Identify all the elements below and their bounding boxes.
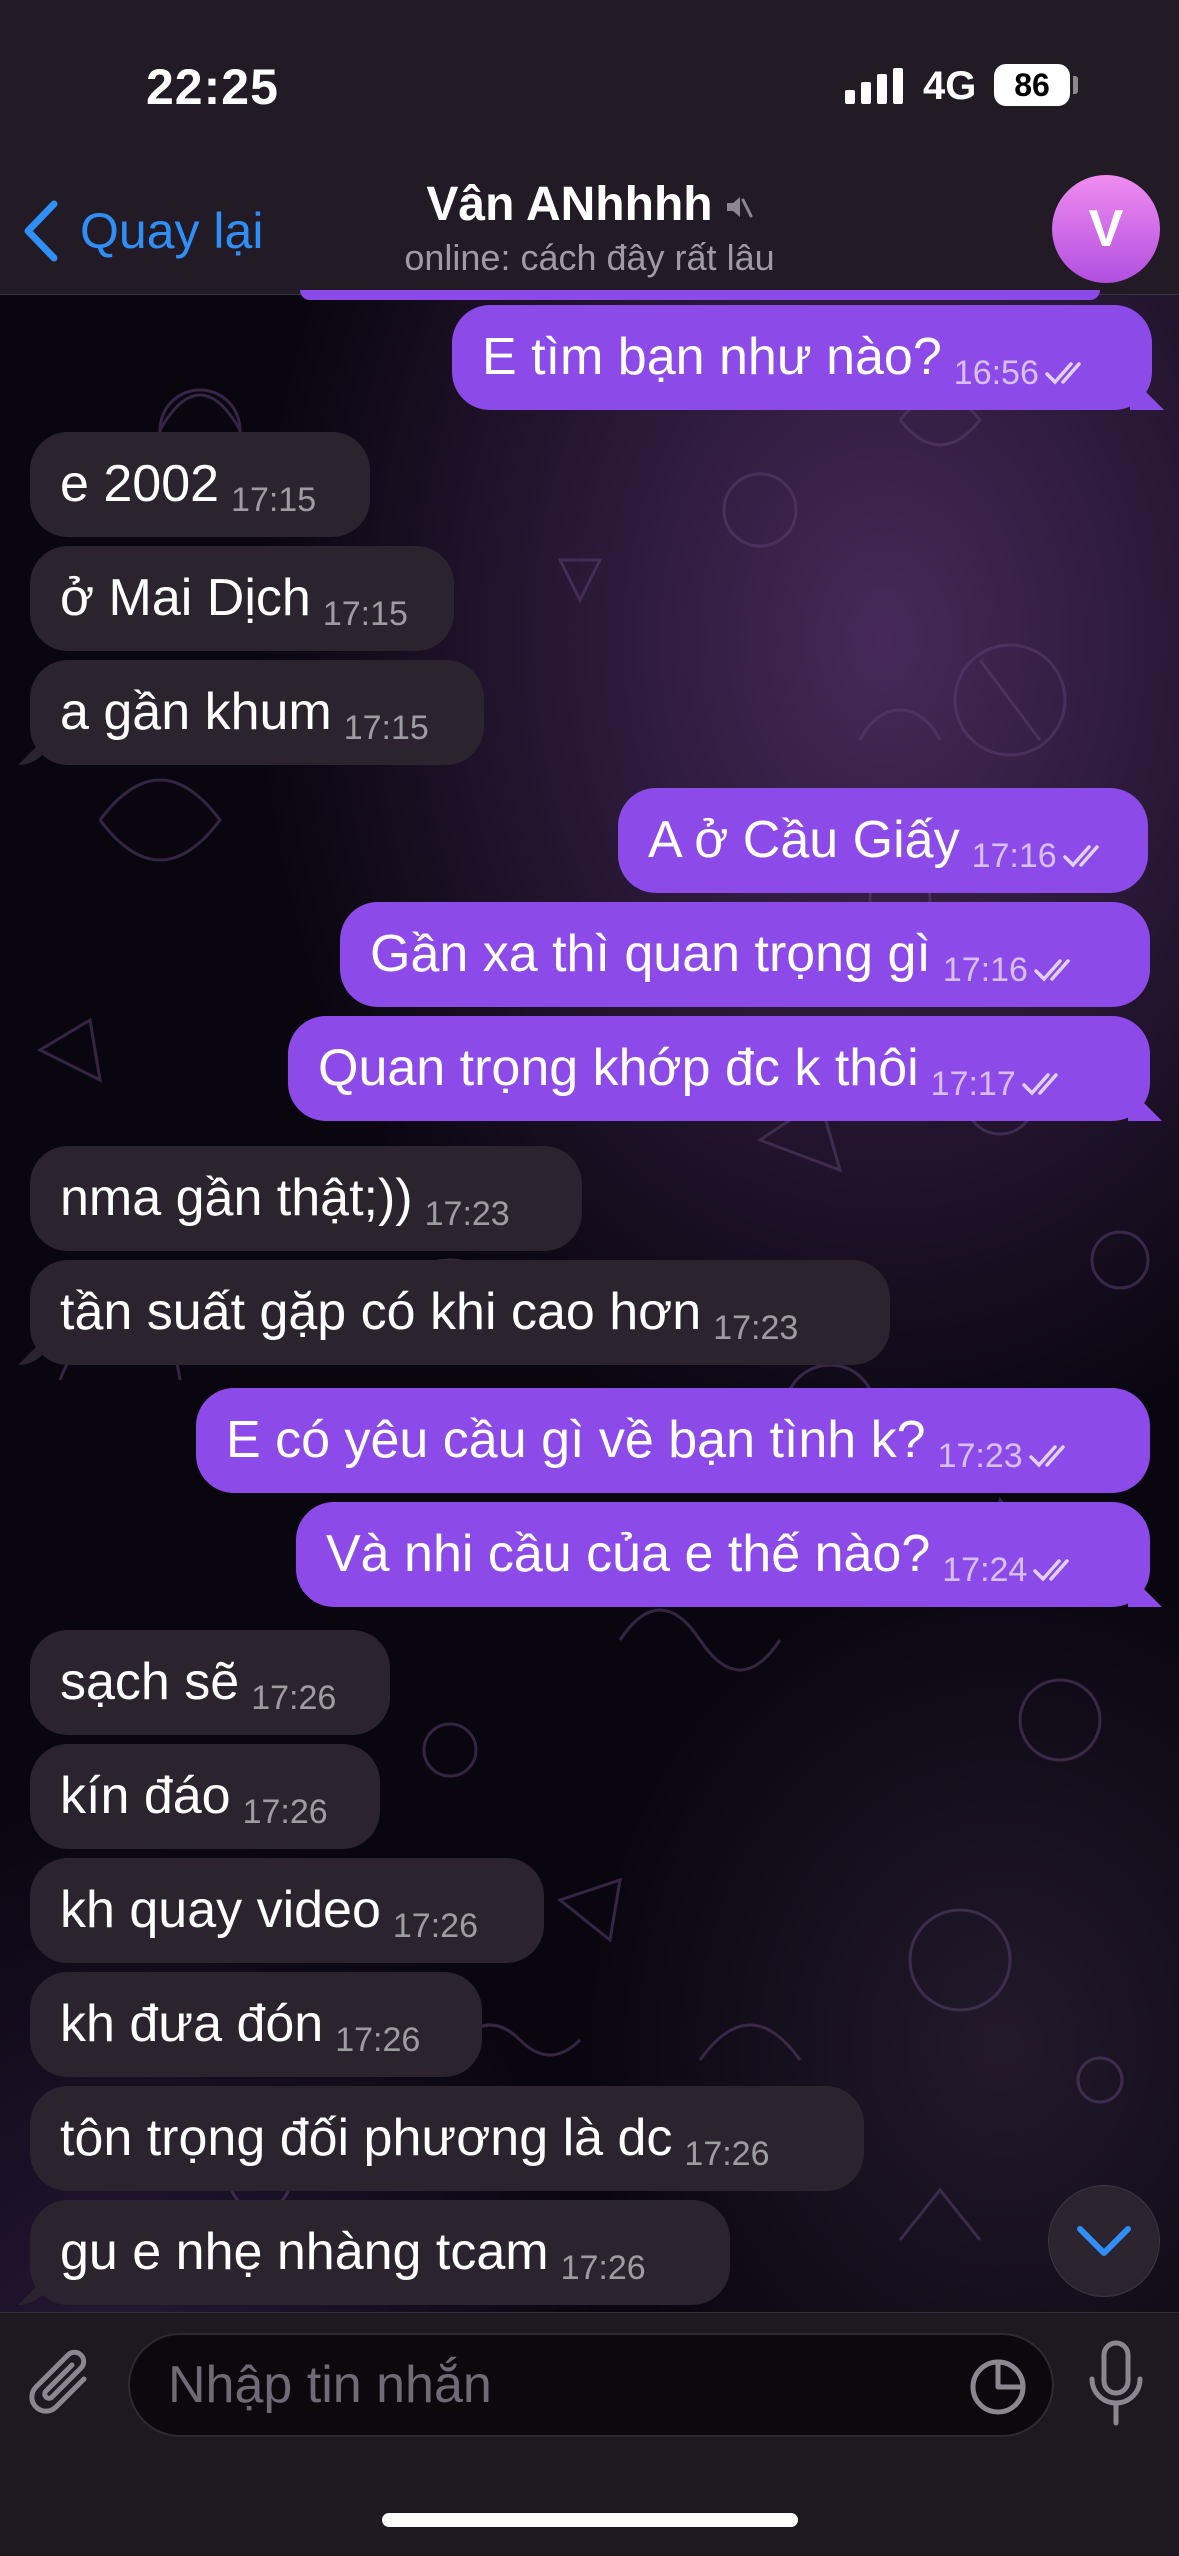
message-text: a gần khum <box>60 683 332 741</box>
message-text: tần suất gặp có khi cao hơn <box>60 1283 702 1341</box>
message-time: 17:15 <box>343 709 429 747</box>
last-seen-status: online: cách đây rất lâu <box>404 237 775 278</box>
message-time: 17:23 <box>937 1437 1023 1475</box>
message-input-field[interactable] <box>128 2333 1054 2437</box>
message-text: E có yêu cầu gì về bạn tình k? <box>226 1411 926 1469</box>
outgoing-message[interactable]: E có yêu cầu gì về bạn tình k? 17:23 <box>196 1388 1150 1493</box>
outgoing-message[interactable]: Quan trọng khớp đc k thôi 17:17 <box>288 1016 1150 1121</box>
outgoing-message[interactable]: Gần xa thì quan trọng gì 17:16 <box>340 902 1150 1007</box>
message-time: 17:16 <box>971 837 1057 875</box>
message-text: kh đưa đón <box>60 1995 324 2053</box>
incoming-message[interactable]: tần suất gặp có khi cao hơn 17:23 <box>30 1260 890 1365</box>
battery-level: 86 <box>994 64 1070 106</box>
battery-tip <box>1073 76 1078 94</box>
message-text: gu e nhẹ nhàng tcam <box>60 2223 549 2281</box>
message-text: e 2002 <box>60 455 220 513</box>
message-input[interactable] <box>168 2335 968 2435</box>
incoming-message[interactable]: nma gần thật;)) 17:23 <box>30 1146 582 1251</box>
read-check-icon <box>1028 1445 1065 1468</box>
message-time: 17:26 <box>560 2249 646 2287</box>
scroll-down-button[interactable] <box>1048 2185 1160 2297</box>
previous-message-edge <box>300 290 1100 300</box>
outgoing-message[interactable]: A ở Cầu Giấy 17:16 <box>618 788 1148 893</box>
message-time: 17:15 <box>322 595 408 633</box>
message-time: 17:15 <box>231 481 317 519</box>
network-type: 4G <box>923 64 977 108</box>
message-text: Quan trọng khớp đc k thôi <box>318 1039 919 1097</box>
message-text: sạch sẽ <box>60 1653 240 1711</box>
avatar-letter: V <box>1088 200 1124 258</box>
read-check-icon <box>1022 1073 1058 1096</box>
message-time: 17:16 <box>942 951 1028 989</box>
sticker-icon[interactable] <box>968 2357 1028 2417</box>
incoming-message[interactable]: sạch sẽ 17:26 <box>30 1630 390 1735</box>
message-text: Gần xa thì quan trọng gì <box>370 925 931 983</box>
message-time: 17:26 <box>242 1793 328 1831</box>
outgoing-message[interactable]: Và nhi cầu của e thế nào? 17:24 <box>296 1502 1150 1607</box>
outgoing-message[interactable]: E tìm bạn như nào? 16:56 <box>452 305 1152 410</box>
message-time: 17:26 <box>251 1679 337 1717</box>
message-text: kín đáo <box>60 1767 231 1825</box>
signal-strength-icon <box>845 68 903 104</box>
message-text: tôn trọng đối phương là dc <box>60 2109 673 2167</box>
message-time: 17:17 <box>930 1065 1016 1103</box>
read-check-icon <box>1034 959 1070 982</box>
message-time: 17:26 <box>684 2135 770 2173</box>
message-text: kh quay video <box>60 1881 381 1939</box>
incoming-message[interactable]: tôn trọng đối phương là dc 17:26 <box>30 2086 864 2191</box>
paperclip-icon[interactable] <box>28 2343 102 2427</box>
message-time: 16:56 <box>953 354 1039 392</box>
mute-icon <box>726 197 753 218</box>
read-check-icon <box>1033 1559 1070 1582</box>
scroll-down-icon <box>1077 2226 1131 2256</box>
status-bar: 22:25 4G 86 <box>0 0 1179 165</box>
home-indicator <box>382 2513 798 2527</box>
input-bar <box>0 2312 1179 2556</box>
avatar[interactable]: V <box>1052 175 1160 283</box>
message-time: 17:24 <box>942 1551 1028 1589</box>
message-time: 17:26 <box>392 1907 478 1945</box>
mic-icon[interactable] <box>1084 2339 1148 2429</box>
message-text: ở Mai Dịch <box>60 569 311 627</box>
read-check-icon <box>1062 845 1099 868</box>
incoming-message[interactable]: kín đáo 17:26 <box>30 1744 380 1849</box>
message-text: E tìm bạn như nào? <box>482 328 942 386</box>
incoming-message[interactable]: ở Mai Dịch 17:15 <box>30 546 454 651</box>
message-text: Và nhi cầu của e thế nào? <box>326 1525 931 1583</box>
incoming-message[interactable]: e 2002 17:15 <box>30 432 370 537</box>
message-time: 17:26 <box>335 2021 421 2059</box>
message-text: A ở Cầu Giấy <box>648 811 960 869</box>
chat-title[interactable]: Vân ANhhhh <box>0 177 1179 232</box>
message-time: 17:23 <box>424 1195 510 1233</box>
incoming-message[interactable]: kh quay video 17:26 <box>30 1858 544 1963</box>
incoming-message[interactable]: a gần khum 17:15 <box>30 660 484 765</box>
incoming-message[interactable]: kh đưa đón 17:26 <box>30 1972 482 2077</box>
message-time: 17:23 <box>713 1309 799 1347</box>
status-time: 22:25 <box>146 59 279 115</box>
message-text: nma gần thật;)) <box>60 1169 413 1227</box>
read-check-icon <box>1045 362 1081 385</box>
incoming-message[interactable]: gu e nhẹ nhàng tcam 17:26 <box>30 2200 730 2305</box>
contact-name: Vân ANhhhh <box>426 178 713 231</box>
chat-header: Quay lại Vân ANhhhh online: cách đây rất… <box>0 165 1179 295</box>
